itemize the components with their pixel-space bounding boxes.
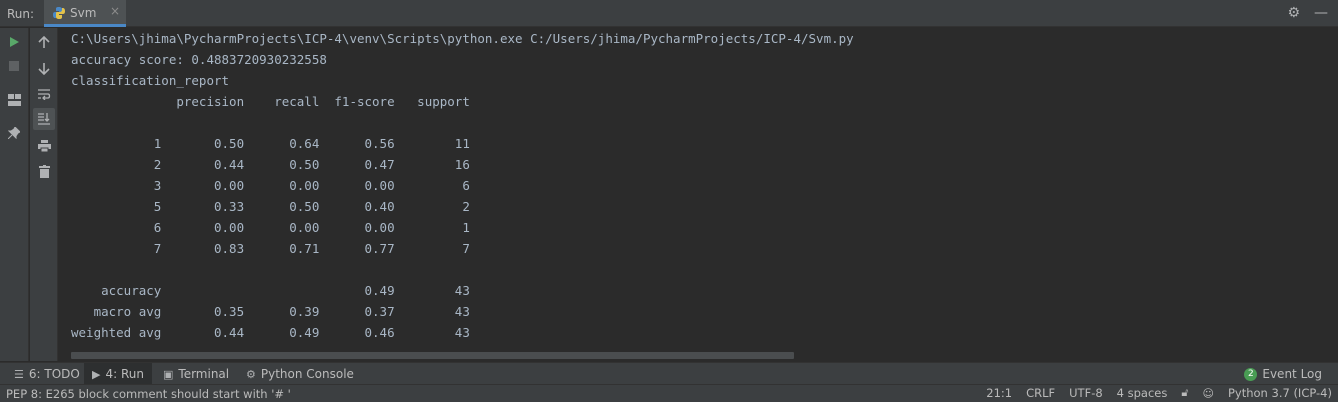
scroll-to-end-icon[interactable] [33,108,55,130]
console-line: 1 0.50 0.64 0.56 11 [71,136,470,151]
tab-todo-label: 6: TODO [28,367,80,381]
arrow-up-icon[interactable] [33,31,55,53]
tab-label: Svm [70,6,97,20]
minimize-icon[interactable]: — [1314,5,1328,21]
console-line: weighted avg 0.44 0.49 0.46 43 [71,325,470,340]
pin-icon[interactable] [3,122,25,144]
horizontal-scrollbar[interactable] [71,352,794,359]
event-count-badge: 2 [1244,367,1258,381]
console-line: accuracy 0.49 43 [71,283,470,298]
list-icon: ☰ [14,367,24,381]
status-bar: PEP 8: E265 block comment should start w… [0,384,1338,402]
print-icon[interactable] [33,135,55,157]
trash-icon[interactable] [33,160,55,182]
console-line: 3 0.00 0.00 0.00 6 [71,178,470,193]
lock-icon[interactable]: 🔓︎ [1181,386,1188,400]
tab-run-label: 4: Run [105,367,144,381]
play-icon: ▶ [92,367,101,381]
gear-icon[interactable]: ⚙ [1287,5,1300,21]
console-text: C:\Users\jhima\PycharmProjects\ICP-4\ven… [71,28,854,343]
tab-event-log[interactable]: 2 Event Log [1236,363,1330,385]
tab-terminal[interactable]: ▣ Terminal [155,363,237,385]
inspector-icon[interactable]: ☺ [1203,387,1214,400]
console-line: accuracy score: 0.4883720930232558 [71,52,327,67]
console-actions-toolbar [30,28,58,361]
run-tool-window-header: Run: Svm × ⚙ — [0,0,1338,27]
console-line: 7 0.83 0.71 0.77 7 [71,241,470,256]
console-line: 6 0.00 0.00 0.00 1 [71,220,470,235]
tab-python-console[interactable]: ⚙ Python Console [238,363,362,385]
soft-wrap-icon[interactable] [33,83,55,105]
caret-position[interactable]: 21:1 [986,386,1012,400]
python-console-icon: ⚙ [246,367,256,381]
python-interpreter[interactable]: Python 3.7 (ICP-4) [1228,386,1332,400]
python-icon [53,7,65,19]
console-line: 5 0.33 0.50 0.40 2 [71,199,470,214]
close-icon[interactable]: × [110,4,120,18]
file-encoding[interactable]: UTF-8 [1069,386,1103,400]
run-label: Run: [7,7,35,21]
console-line: classification_report [71,73,230,88]
console-line: macro avg 0.35 0.39 0.37 43 [71,304,470,319]
indent-setting[interactable]: 4 spaces [1117,386,1168,400]
tool-window-bar: ☰ 6: TODO ▶ 4: Run ▣ Terminal ⚙ Python C… [0,362,1338,385]
rerun-icon[interactable] [3,31,25,53]
run-actions-toolbar [0,28,29,361]
console-line: 2 0.44 0.50 0.47 16 [71,157,470,172]
console-output[interactable]: C:\Users\jhima\PycharmProjects\ICP-4\ven… [59,28,1338,361]
console-line: C:\Users\jhima\PycharmProjects\ICP-4\ven… [71,31,854,46]
tab-terminal-label: Terminal [178,367,230,381]
restore-layout-icon[interactable] [3,89,25,111]
arrow-down-icon[interactable] [33,57,55,79]
run-tab-svm[interactable]: Svm × [44,0,126,27]
console-line: precision recall f1-score support [71,94,470,109]
terminal-icon: ▣ [163,367,174,381]
tab-todo[interactable]: ☰ 6: TODO [6,363,88,385]
stop-icon[interactable] [3,55,25,77]
status-message[interactable]: PEP 8: E265 block comment should start w… [6,387,291,401]
tab-run[interactable]: ▶ 4: Run [84,363,152,385]
tab-event-log-label: Event Log [1262,367,1322,381]
tab-python-console-label: Python Console [260,367,354,381]
line-separator[interactable]: CRLF [1026,386,1055,400]
